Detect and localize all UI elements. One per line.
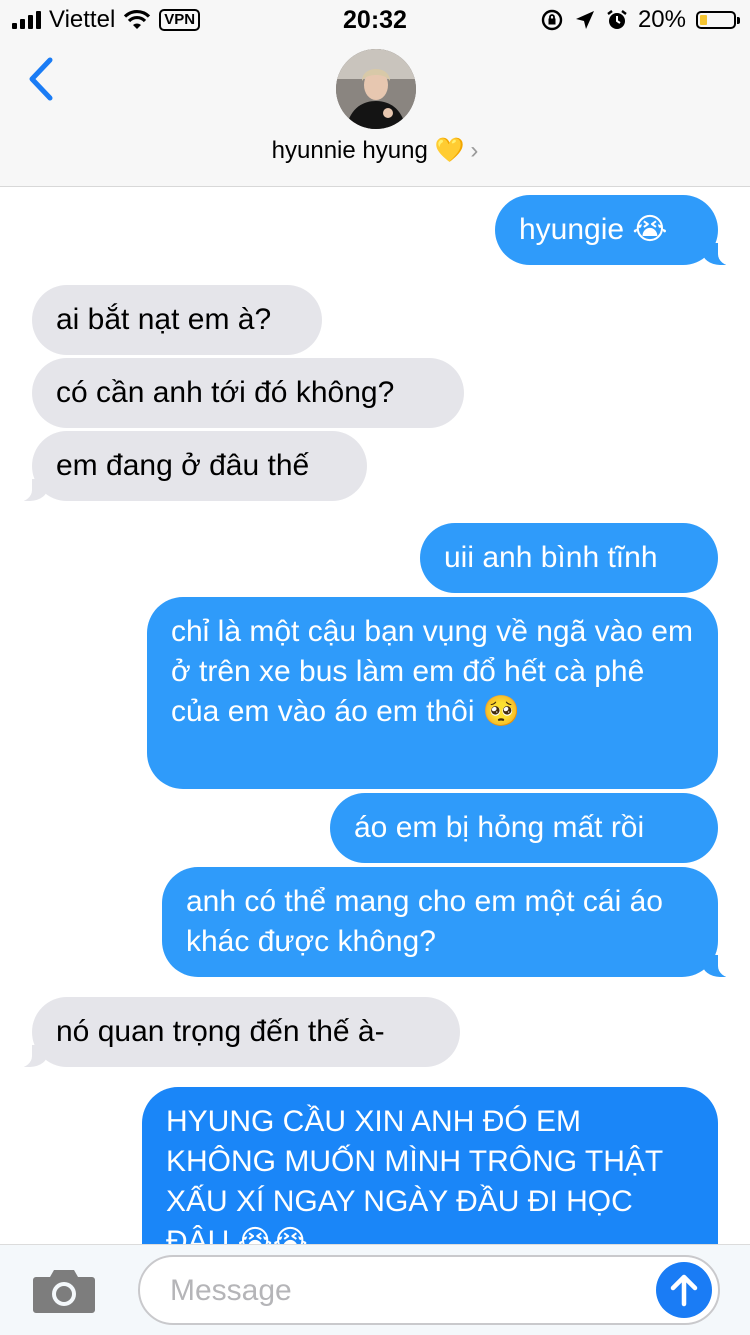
message-bubble-received[interactable]: ai bắt nạt em à?	[32, 285, 322, 355]
status-bar: Viettel VPN 20:32 20%	[0, 0, 750, 40]
send-button[interactable]	[656, 1262, 712, 1318]
contact-name: hyunnie hyung 💛	[271, 137, 465, 164]
message-bubble-sent[interactable]: HYUNG CẦU XIN ANH ĐÓ EM KHÔNG MUỐN MÌNH …	[142, 1087, 718, 1244]
message-bubble-received[interactable]: nó quan trọng đến thế à-	[14, 997, 460, 1068]
camera-icon[interactable]	[32, 1267, 96, 1313]
arrow-up-icon	[670, 1274, 698, 1307]
message-thread[interactable]: hyungie 😭 ai bắt nạt em à? có cần anh tớ…	[0, 187, 750, 1244]
message-bubble-sent[interactable]: chỉ là một cậu bạn vụng về ngã vào em ở …	[147, 597, 718, 789]
message-bubble-received[interactable]: có cần anh tới đó không?	[32, 358, 464, 428]
avatar-photo	[336, 49, 416, 129]
battery-percent: 20%	[637, 6, 686, 33]
alarm-icon	[607, 10, 627, 29]
contact-avatar[interactable]	[336, 49, 416, 129]
chevron-right-icon: ›	[470, 137, 479, 164]
back-chevron-icon[interactable]	[22, 54, 62, 104]
location-icon	[575, 11, 594, 29]
message-bubble-sent[interactable]: uii anh bình tĩnh	[420, 523, 718, 593]
message-field[interactable]	[138, 1255, 720, 1325]
message-bubble-sent[interactable]: anh có thể mang cho em một cái áo khác đ…	[162, 867, 736, 978]
status-right: 20%	[540, 6, 740, 34]
contact-name-row[interactable]: hyunnie hyung 💛 ›	[0, 134, 750, 168]
message-bubble-received[interactable]: em đang ở đâu thế	[14, 431, 367, 502]
rotation-lock-icon	[541, 9, 563, 31]
message-input[interactable]	[168, 1257, 642, 1325]
conversation-header: hyunnie hyung 💛 ›	[0, 40, 750, 187]
battery-icon	[696, 11, 740, 29]
compose-bar	[0, 1244, 750, 1335]
message-bubble-sent[interactable]: áo em bị hỏng mất rồi	[330, 793, 718, 863]
message-bubble-sent[interactable]: hyungie 😭	[495, 195, 736, 266]
